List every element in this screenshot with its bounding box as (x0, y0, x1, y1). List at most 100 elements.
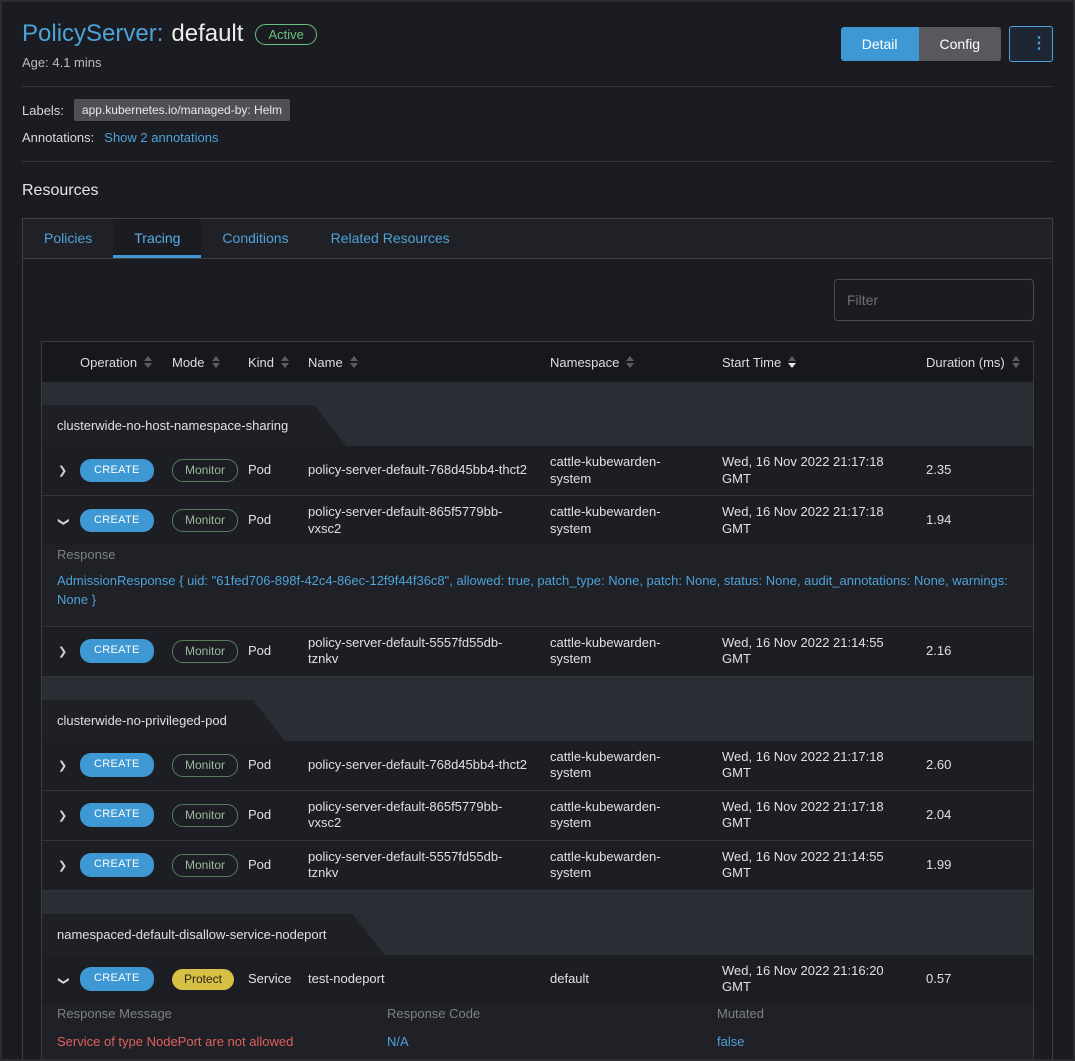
name-cell: test-nodeport (300, 971, 542, 987)
sort-icon (281, 356, 289, 368)
column-header-label: Kind (248, 355, 274, 370)
namespace-cell: cattle-kubewarden-system (542, 849, 714, 882)
expander-chevron-icon[interactable]: ❯ (58, 760, 67, 774)
group-title: clusterwide-no-privileged-pod (42, 700, 285, 741)
duration-cell: 1.94 (918, 512, 1033, 528)
mode-cell: Monitor (164, 640, 240, 663)
meta-divider (22, 161, 1053, 162)
policy-server-detail-page: PolicyServer: default Active Age: 4.1 mi… (0, 0, 1075, 1061)
expander-chevron-icon[interactable]: ❯ (56, 976, 70, 985)
operation-badge: CREATE (80, 639, 154, 663)
expander-column-header (42, 342, 72, 382)
trace-table: OperationMode Kind Name NamespaceStart Time… (41, 341, 1034, 1061)
column-header-label: Name (308, 355, 343, 370)
row-detail-response: Response AdmissionResponse { uid: "61fed7… (42, 545, 1033, 626)
kind-cell: Pod (240, 512, 300, 528)
group-header: namespaced-default-disallow-service-node… (42, 891, 1033, 955)
kind-cell: Pod (240, 757, 300, 773)
namespace-cell: cattle-kubewarden-system (542, 749, 714, 782)
mode-cell: Monitor (164, 509, 240, 532)
mode-cell: Monitor (164, 459, 240, 482)
sort-icon (144, 356, 152, 368)
namespace-cell: cattle-kubewarden-system (542, 504, 714, 537)
expander-chevron-icon[interactable]: ❯ (58, 465, 67, 479)
age-text: Age: 4.1 mins (22, 55, 317, 70)
mode-cell: Monitor (164, 754, 240, 777)
tab-conditions[interactable]: Conditions (201, 219, 309, 258)
kebab-menu-button[interactable]: ⋮ (1009, 26, 1053, 62)
mode-badge: Monitor (172, 640, 238, 663)
operation-cell: CREATE (72, 509, 164, 533)
field-label: Response Message (57, 1006, 387, 1021)
expander-chevron-icon[interactable]: ❯ (58, 810, 67, 824)
tab-policies[interactable]: Policies (23, 219, 113, 258)
filter-input[interactable] (834, 279, 1034, 321)
mode-badge: Monitor (172, 459, 238, 482)
trace-entry: ❯CREATEMonitorPodpolicy-server-default-5… (42, 627, 1033, 677)
operation-cell: CREATE (72, 853, 164, 877)
response-label: Response (57, 547, 1013, 562)
field-value: Service of type NodePort are not allowed (57, 1033, 387, 1052)
namespace-cell: default (542, 971, 714, 987)
show-annotations-link[interactable]: Show 2 annotations (104, 130, 218, 145)
expander-chevron-icon[interactable]: ❯ (58, 860, 67, 874)
duration-cell: 1.99 (918, 857, 1033, 873)
trace-row[interactable]: ❯CREATEMonitorPodpolicy-server-default-7… (42, 741, 1033, 790)
kind-cell: Pod (240, 643, 300, 659)
operation-badge: CREATE (80, 753, 154, 777)
page-title: PolicyServer: default Active (22, 20, 317, 48)
field-label: Response Code (387, 1006, 717, 1021)
mode-cell: Monitor (164, 854, 240, 877)
sort-icon (350, 356, 358, 368)
trace-row[interactable]: ❯CREATEProtectServicetest-nodeportdefaul… (42, 955, 1033, 1004)
start-time-cell: Wed, 16 Nov 2022 21:17:18 GMT (714, 749, 918, 782)
trace-row[interactable]: ❯CREATEMonitorPodpolicy-server-default-5… (42, 627, 1033, 676)
start-time-cell: Wed, 16 Nov 2022 21:17:18 GMT (714, 799, 918, 832)
resources-card: PoliciesTracingConditionsRelated Resourc… (22, 218, 1053, 1061)
duration-cell: 0.57 (918, 971, 1033, 987)
group-header: clusterwide-no-privileged-pod (42, 677, 1033, 741)
expander-chevron-icon[interactable]: ❯ (58, 646, 67, 660)
trace-row[interactable]: ❯CREATEMonitorPodpolicy-server-default-7… (42, 446, 1033, 495)
operation-cell: CREATE (72, 639, 164, 663)
trace-row[interactable]: ❯CREATEMonitorPodpolicy-server-default-5… (42, 841, 1033, 890)
mode-badge: Monitor (172, 804, 238, 827)
duration-cell: 2.04 (918, 807, 1033, 823)
column-header-mode[interactable]: Mode (164, 342, 240, 382)
response-value: AdmissionResponse { uid: "61fed706-898f-… (57, 572, 1013, 610)
group-header: clusterwide-no-host-namespace-sharing (42, 382, 1033, 446)
field-value: N/A (387, 1033, 717, 1052)
kind-cell: Service (240, 971, 300, 987)
column-header-duration-ms[interactable]: Duration (ms) (918, 342, 1033, 382)
trace-entry: ❯CREATEMonitorPodpolicy-server-default-8… (42, 791, 1033, 841)
tab-tracing[interactable]: Tracing (113, 219, 201, 258)
trace-entry: ❯CREATEProtectServicetest-nodeportdefaul… (42, 955, 1033, 1061)
operation-badge: CREATE (80, 509, 154, 533)
name-cell: policy-server-default-5557fd55db-tznkv (300, 849, 542, 882)
trace-row[interactable]: ❯CREATEMonitorPodpolicy-server-default-8… (42, 496, 1033, 545)
duration-cell: 2.16 (918, 643, 1033, 659)
sort-icon (1012, 356, 1020, 368)
expander-chevron-icon[interactable]: ❯ (56, 517, 70, 526)
label-badge: app.kubernetes.io/managed-by: Helm (74, 99, 290, 121)
column-header-kind[interactable]: Kind (240, 342, 300, 382)
start-time-cell: Wed, 16 Nov 2022 21:16:20 GMT (714, 963, 918, 996)
operation-badge: CREATE (80, 803, 154, 827)
column-header-name[interactable]: Name (300, 342, 542, 382)
trace-entry: ❯CREATEMonitorPodpolicy-server-default-8… (42, 496, 1033, 627)
column-header-start-time[interactable]: Start Time (714, 342, 918, 382)
duration-cell: 2.60 (918, 757, 1033, 773)
detail-button[interactable]: Detail (841, 27, 919, 61)
name-cell: policy-server-default-865f5779bb-vxsc2 (300, 799, 542, 832)
labels-label: Labels: (22, 103, 64, 118)
mode-badge: Monitor (172, 754, 238, 777)
column-header-namespace[interactable]: Namespace (542, 342, 714, 382)
mode-cell: Monitor (164, 804, 240, 827)
column-header-operation[interactable]: Operation (72, 342, 164, 382)
trace-entry: ❯CREATEMonitorPodpolicy-server-default-7… (42, 446, 1033, 496)
start-time-cell: Wed, 16 Nov 2022 21:14:55 GMT (714, 635, 918, 668)
trace-row[interactable]: ❯CREATEMonitorPodpolicy-server-default-8… (42, 791, 1033, 840)
tab-related-resources[interactable]: Related Resources (310, 219, 471, 258)
config-button[interactable]: Config (919, 27, 1001, 61)
trace-entry: ❯CREATEMonitorPodpolicy-server-default-7… (42, 741, 1033, 791)
